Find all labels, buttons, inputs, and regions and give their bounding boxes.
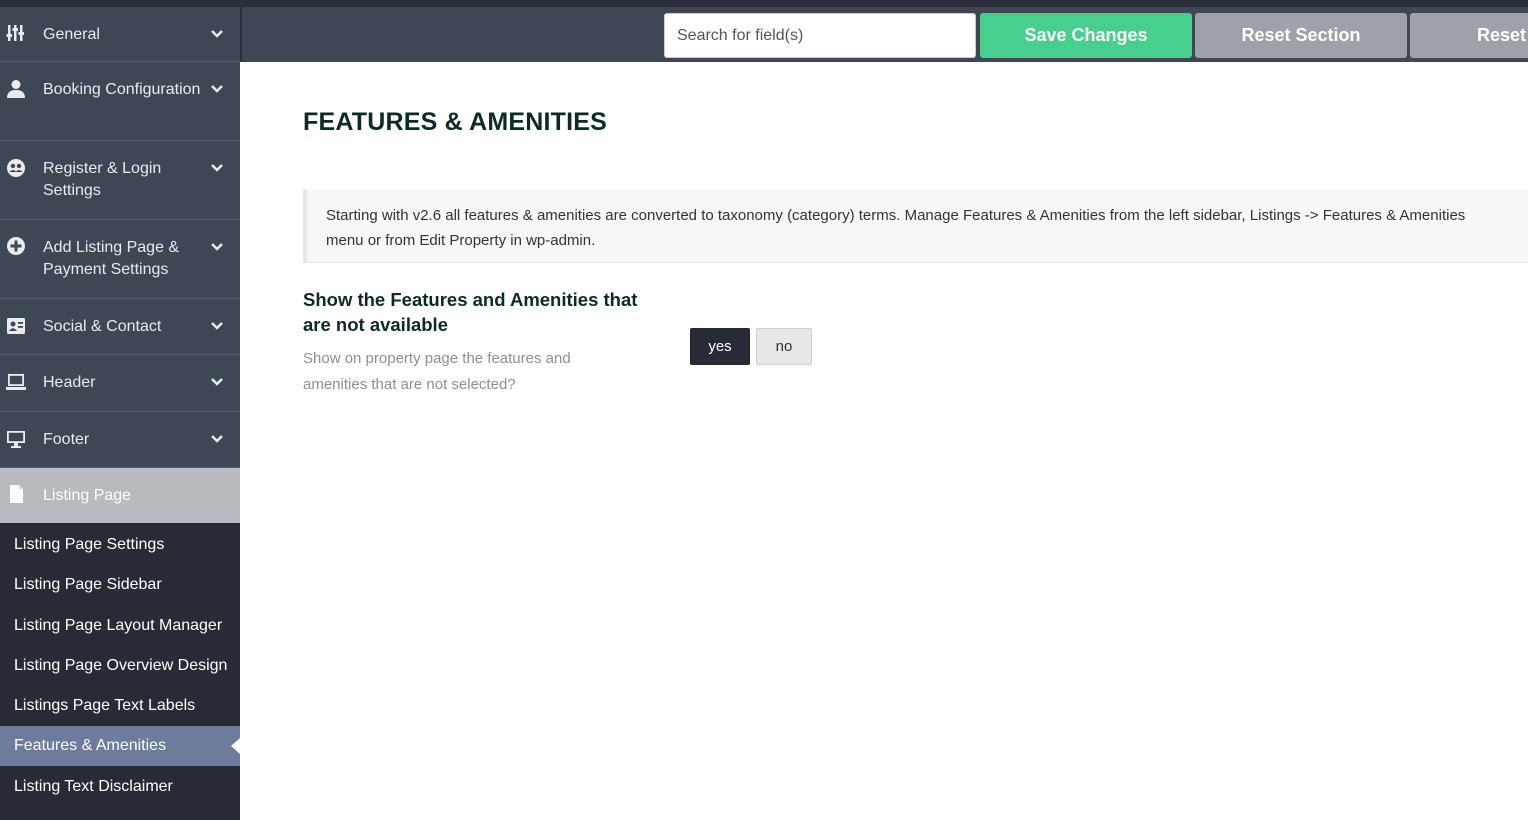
desktop-icon (6, 429, 26, 449)
chevron-down-icon[interactable] (210, 240, 224, 254)
field-title: Show the Features and Amenities that are… (303, 289, 638, 335)
reset-section-button[interactable]: Reset Section (1195, 13, 1407, 58)
submenu-item-listing-page-settings[interactable]: Listing Page Settings (0, 525, 240, 565)
top-toolbar: Save Changes Reset Section Reset (240, 7, 1528, 62)
submenu-item-listing-page-layout-manager[interactable]: Listing Page Layout Manager (0, 606, 240, 646)
save-changes-button[interactable]: Save Changes (980, 13, 1192, 58)
sidebar-item-label: Booking Configuration (43, 81, 201, 98)
sidebar-item-label: General (43, 26, 100, 43)
user-icon (6, 79, 26, 99)
address-card-icon (6, 316, 26, 336)
submenu-item-listing-page-overview-design[interactable]: Listing Page Overview Design (0, 646, 240, 686)
submenu-item-features-amenities[interactable]: Features & Amenities (0, 726, 240, 766)
top-strip (0, 0, 1528, 7)
sidebar-item-register-login[interactable]: Register & Login Settings (0, 141, 240, 220)
option-no-button[interactable]: no (756, 328, 812, 365)
sidebar-item-social-contact[interactable]: Social & Contact (0, 299, 240, 355)
chevron-down-icon[interactable] (210, 375, 224, 389)
option-yes-button[interactable]: yes (690, 328, 750, 365)
submenu-item-listing-text-disclaimer[interactable]: Listing Text Disclaimer (0, 767, 240, 807)
listing-page-submenu: Listing Page Settings Listing Page Sideb… (0, 523, 240, 820)
sidebar: General Booking Configuration Register &… (0, 7, 240, 820)
sidebar-item-footer[interactable]: Footer (0, 412, 240, 468)
sidebar-item-label: Register & Login Settings (43, 160, 162, 199)
sidebar-item-add-listing-page[interactable]: Add Listing Page & Payment Settings (0, 220, 240, 299)
sidebar-item-booking-configuration[interactable]: Booking Configuration (0, 62, 240, 141)
laptop-icon (6, 372, 26, 392)
sliders-icon (6, 23, 26, 43)
plus-circle-icon (6, 236, 26, 256)
field-description: Show on property page the features and a… (303, 350, 571, 393)
search-input[interactable] (664, 13, 976, 58)
chevron-down-icon[interactable] (210, 27, 224, 41)
info-notice: Starting with v2.6 all features & amenit… (303, 189, 1528, 263)
sidebar-item-listing-page[interactable]: Listing Page (0, 468, 240, 523)
sidebar-item-general[interactable]: General (0, 7, 240, 62)
sidebar-item-label: Social & Contact (43, 318, 162, 335)
page-title: FEATURES & AMENITIES (303, 108, 608, 136)
sidebar-item-label: Footer (43, 431, 90, 448)
sidebar-item-label: Add Listing Page & Payment Settings (43, 239, 180, 278)
users-icon (6, 158, 26, 178)
sidebar-item-label: Listing Page (43, 487, 132, 504)
reset-all-button[interactable]: Reset (1410, 13, 1528, 58)
submenu-item-listings-page-text-labels[interactable]: Listings Page Text Labels (0, 686, 240, 726)
file-icon (6, 484, 26, 504)
sidebar-item-header[interactable]: Header (0, 355, 240, 412)
chevron-down-icon[interactable] (210, 319, 224, 333)
chevron-down-icon[interactable] (210, 82, 224, 96)
submenu-item-listing-page-sidebar[interactable]: Listing Page Sidebar (0, 565, 240, 605)
chevron-down-icon[interactable] (210, 161, 224, 175)
chevron-down-icon[interactable] (210, 432, 224, 446)
sidebar-item-label: Header (43, 374, 96, 391)
